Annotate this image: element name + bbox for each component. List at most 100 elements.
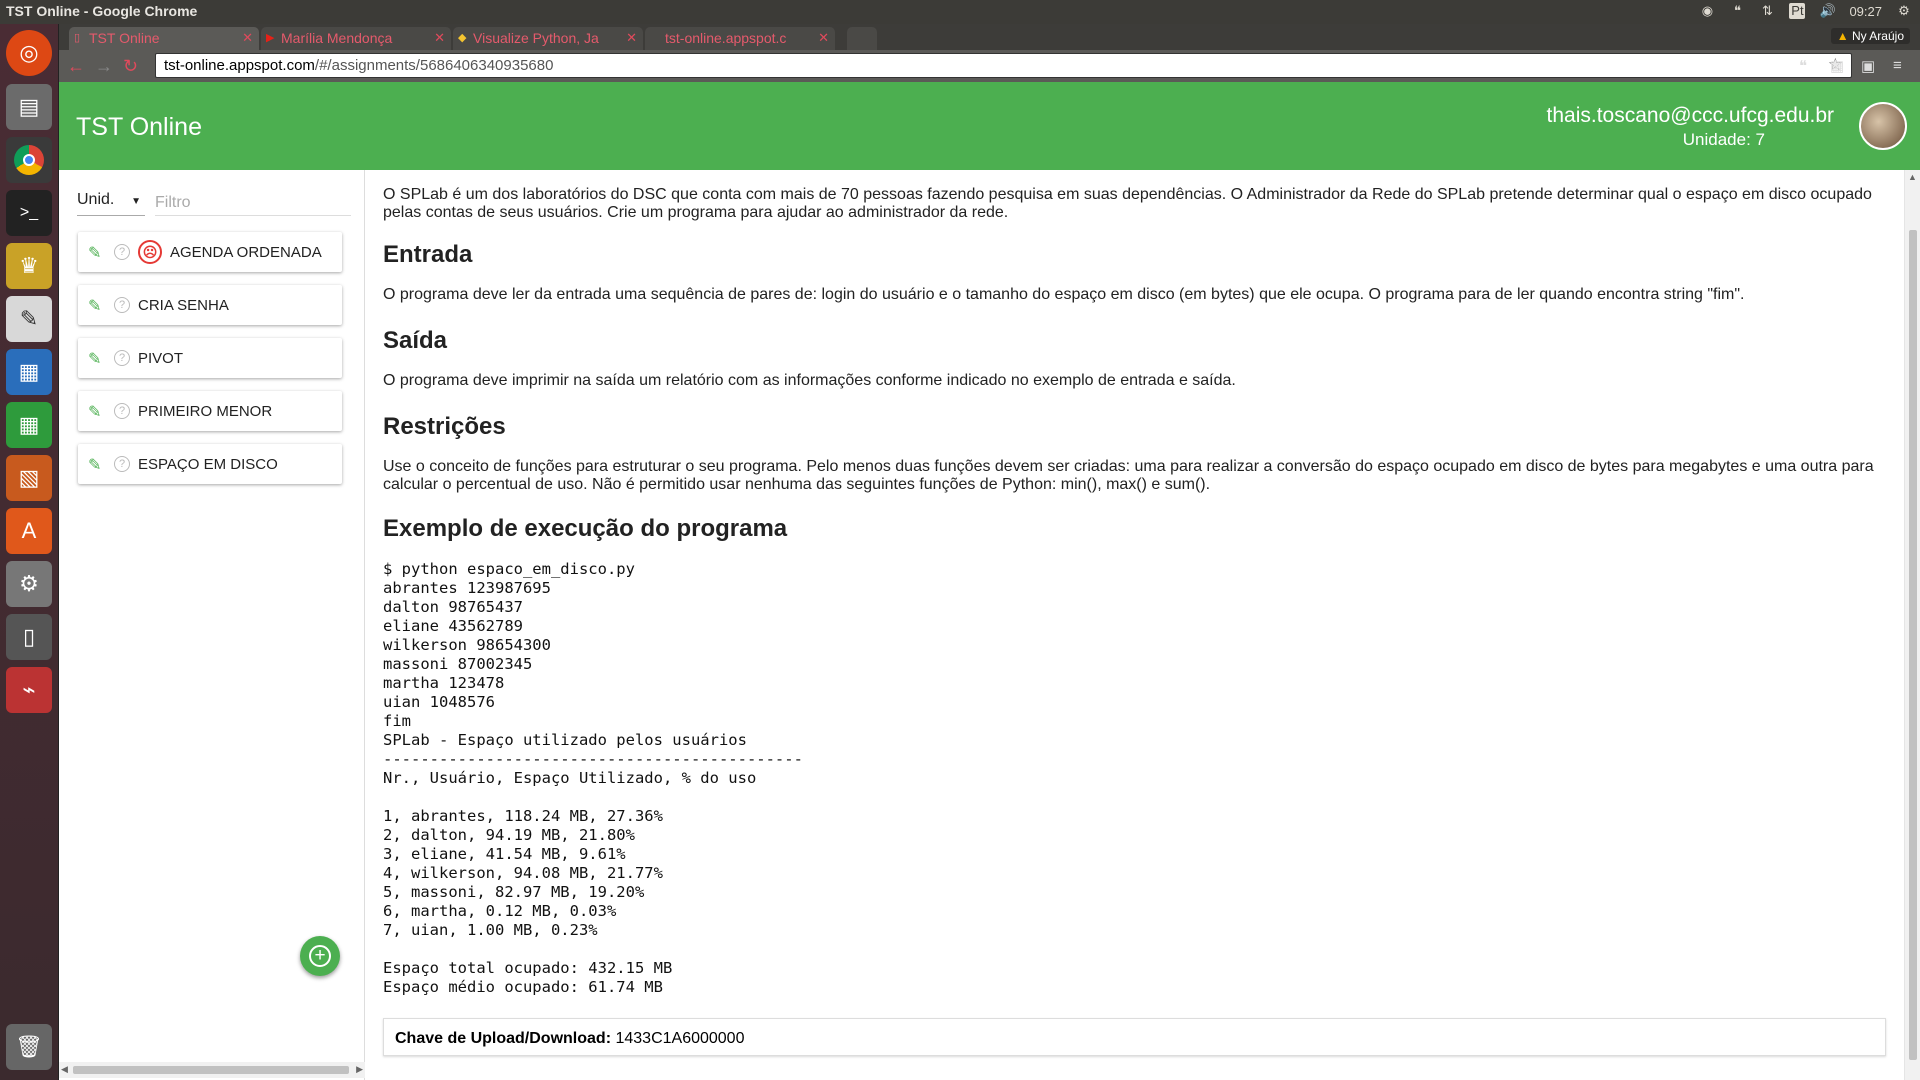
back-arrow-icon[interactable]: ←: [67, 56, 85, 77]
usb-icon[interactable]: ⌁: [6, 667, 52, 713]
chat-icon[interactable]: ❝: [1729, 3, 1745, 19]
os-top-panel: TST Online - Google Chrome ◉ ❝ ⇅ Pt 🔊 09…: [0, 0, 1920, 24]
browser-window: ▯ TST Online ✕ ▶ Marília Mendonça ✕ ◆ Vi…: [59, 24, 1920, 1080]
unit-select[interactable]: Unid. ▼: [77, 188, 145, 216]
assignment-item[interactable]: ✎ ? PIVOT: [78, 338, 342, 378]
close-tab-icon[interactable]: ✕: [626, 30, 637, 46]
ubuntu-dash-icon[interactable]: ◎: [6, 30, 52, 76]
app-header: TST Online thais.toscano@ccc.ufcg.edu.br…: [59, 82, 1920, 170]
tab-python-tutor[interactable]: ◆ Visualize Python, Ja ✕: [453, 27, 643, 50]
chrome-tray-icon[interactable]: ◉: [1699, 3, 1715, 19]
pencil-icon[interactable]: ✎: [88, 455, 101, 475]
assignment-item[interactable]: ✎ ? ESPAÇO EM DISCO: [78, 444, 342, 484]
unit-select-value: Unid.: [77, 191, 115, 208]
app-title[interactable]: TST Online: [76, 113, 202, 142]
tab-label: tst-online.appspot.c: [665, 30, 787, 46]
volume-icon[interactable]: 🔊: [1819, 3, 1835, 19]
drive-icon[interactable]: ▯: [6, 614, 52, 660]
address-bar[interactable]: tst-online.appspot.com/#/assignments/568…: [155, 53, 1852, 78]
vertical-scrollbar[interactable]: ▲: [1904, 170, 1920, 1080]
tab-youtube[interactable]: ▶ Marília Mendonça ✕: [261, 27, 451, 50]
example-code-block: $ python espaco_em_disco.py abrantes 123…: [383, 560, 803, 996]
extension-window-icon[interactable]: ▣: [1861, 57, 1875, 75]
section-title-saida: Saída: [383, 327, 448, 354]
close-tab-icon[interactable]: ✕: [242, 30, 253, 46]
tab-label: Marília Mendonça: [281, 30, 393, 46]
writer-icon[interactable]: ▦: [6, 349, 52, 395]
impress-icon[interactable]: ▧: [6, 455, 52, 501]
calc-icon[interactable]: ▦: [6, 402, 52, 448]
clock[interactable]: 09:27: [1849, 4, 1882, 19]
horizontal-scrollbar[interactable]: ◀ ▶: [59, 1062, 365, 1078]
assignment-label: CRIA SENHA: [138, 297, 229, 314]
close-tab-icon[interactable]: ✕: [818, 30, 829, 46]
pencil-icon[interactable]: ✎: [88, 402, 101, 422]
chrome-menu-icon[interactable]: ≡: [1893, 57, 1902, 74]
section-title-restricoes: Restrições: [383, 413, 506, 440]
web-page: TST Online thais.toscano@ccc.ufcg.edu.br…: [59, 82, 1920, 1080]
keyboard-layout-icon[interactable]: Pt: [1789, 3, 1806, 19]
sad-face-icon: ☹: [138, 240, 162, 264]
help-icon[interactable]: ?: [114, 350, 130, 366]
scrollbar-thumb[interactable]: [1909, 230, 1917, 1060]
help-icon[interactable]: ?: [114, 297, 130, 313]
scroll-right-icon[interactable]: ▶: [356, 1064, 363, 1075]
tab-tst-appspot[interactable]: tst-online.appspot.c ✕: [645, 27, 835, 50]
upload-key-label: Chave de Upload/Download:: [395, 1030, 612, 1047]
trash-icon[interactable]: 🗑: [6, 1024, 52, 1070]
help-icon[interactable]: ?: [114, 403, 130, 419]
scrollbar-thumb[interactable]: [73, 1066, 349, 1074]
chrome-icon[interactable]: [6, 137, 52, 183]
scroll-left-icon[interactable]: ◀: [61, 1064, 68, 1075]
add-assignment-button[interactable]: +: [300, 936, 340, 976]
pencil-icon[interactable]: ✎: [88, 243, 101, 263]
user-email: thais.toscano@ccc.ufcg.edu.br: [1546, 104, 1834, 127]
profile-name: Ny Araújo: [1851, 29, 1904, 43]
saida-text: O programa deve imprimir na saída um rel…: [383, 372, 1236, 389]
extension-chat-icon[interactable]: ❝: [1799, 57, 1807, 75]
help-icon[interactable]: ?: [114, 244, 130, 260]
extension-grid-icon[interactable]: ▦: [1830, 57, 1844, 75]
tab-strip: ▯ TST Online ✕ ▶ Marília Mendonça ✕ ◆ Vi…: [59, 24, 1920, 50]
scroll-up-icon[interactable]: ▲: [1908, 172, 1917, 182]
entrada-text: O programa deve ler da entrada uma sequê…: [383, 286, 1745, 303]
game-icon[interactable]: ♛: [6, 243, 52, 289]
files-icon[interactable]: ▤: [6, 84, 52, 130]
assignment-item[interactable]: ✎ ? PRIMEIRO MENOR: [78, 391, 342, 431]
window-title: TST Online - Google Chrome: [6, 3, 198, 19]
tab-tst-online[interactable]: ▯ TST Online ✕: [69, 27, 259, 50]
avatar[interactable]: [1859, 102, 1907, 150]
page-icon: ▯: [74, 32, 81, 44]
reload-icon[interactable]: ↻: [123, 56, 138, 77]
intro-text: O SPLab é um dos laboratórios do DSC que…: [383, 186, 1872, 221]
close-tab-icon[interactable]: ✕: [434, 30, 445, 46]
forward-arrow-icon[interactable]: →: [95, 56, 113, 77]
upload-key-box: Chave de Upload/Download: 1433C1A6000000: [383, 1018, 1886, 1056]
system-tray: ◉ ❝ ⇅ Pt 🔊 09:27 ⚙: [1699, 3, 1912, 19]
help-icon[interactable]: ?: [114, 456, 130, 472]
new-tab-button[interactable]: [847, 27, 877, 50]
tab-label: Visualize Python, Ja: [473, 30, 599, 46]
pencil-icon[interactable]: ✎: [88, 296, 101, 316]
terminal-icon[interactable]: >_: [6, 190, 52, 236]
user-unit: Unidade: 7: [1682, 130, 1765, 149]
assignment-item[interactable]: ✎ ? CRIA SENHA: [78, 285, 342, 325]
warning-icon: ▲: [1836, 29, 1849, 43]
filter-input[interactable]: [155, 188, 351, 216]
assignment-label: PRIMEIRO MENOR: [138, 403, 273, 420]
upload-key-value[interactable]: 1433C1A6000000: [615, 1030, 744, 1047]
section-title-entrada: Entrada: [383, 241, 473, 268]
unity-launcher: ◎ ▤ >_ ♛ ✎ ▦ ▦ ▧ A ⚙ ▯ ⌁ 🗑: [0, 24, 59, 1080]
settings-gear-icon[interactable]: ⚙: [1896, 3, 1912, 19]
assignment-label: AGENDA ORDENADA: [170, 244, 322, 261]
assignment-content: O SPLab é um dos laboratórios do DSC que…: [383, 170, 1895, 1080]
text-editor-icon[interactable]: ✎: [6, 296, 52, 342]
network-icon[interactable]: ⇅: [1759, 3, 1775, 19]
profile-badge[interactable]: ▲ Ny Araújo: [1830, 28, 1910, 44]
youtube-icon: ▶: [266, 32, 275, 44]
section-title-exemplo: Exemplo de execução do programa: [383, 515, 788, 542]
assignment-item[interactable]: ✎ ? ☹ AGENDA ORDENADA: [78, 232, 342, 272]
system-settings-icon[interactable]: ⚙: [6, 561, 52, 607]
software-center-icon[interactable]: A: [6, 508, 52, 554]
pencil-icon[interactable]: ✎: [88, 349, 101, 369]
